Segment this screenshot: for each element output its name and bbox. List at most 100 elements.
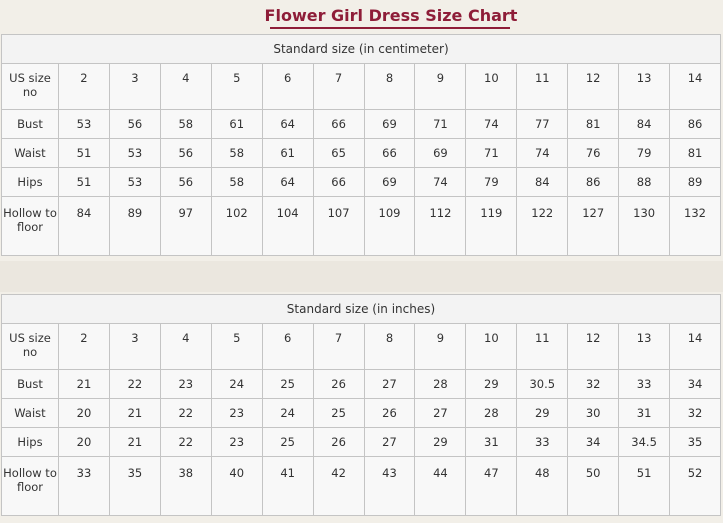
value-cell: 122: [516, 196, 569, 256]
value-cell: 27: [414, 398, 467, 428]
size-header-row: US size no 2 3 4 5 6 7 8 9 10 11 12 13 14: [1, 63, 721, 110]
measurement-row: Waist 20 21 22 23 24 25 26 27 28 29 30 31 32: [1, 398, 721, 428]
row-label: Bust: [1, 369, 59, 399]
value-cell: 35: [108, 456, 161, 516]
value-cell: 66: [312, 167, 365, 197]
measurement-row: Hollow to floor 84 89 97 102 104 107 109 112 119 1…: [1, 196, 721, 256]
value-cell: 22: [159, 398, 212, 428]
value-cell: 79: [465, 167, 518, 197]
value-cell: 25: [261, 427, 314, 457]
value-cell: 33: [58, 456, 110, 516]
value-cell: 41: [261, 456, 314, 516]
value-cell: 44: [414, 456, 467, 516]
value-cell: 27: [363, 427, 416, 457]
row-label: Hollow to floor: [1, 196, 59, 256]
value-cell: 89: [669, 167, 721, 197]
value-cell: 34.5: [618, 427, 671, 457]
value-cell: 61: [210, 109, 263, 139]
value-cell: 23: [159, 369, 212, 399]
size-cell: 2: [58, 63, 110, 110]
value-cell: 33: [516, 427, 569, 457]
size-cell: 5: [210, 323, 263, 370]
size-cell: 7: [312, 323, 365, 370]
size-cell: 13: [618, 323, 671, 370]
table-caption: Standard size (in inches): [1, 294, 721, 324]
value-cell: 69: [363, 167, 416, 197]
size-cell: 8: [363, 63, 416, 110]
value-cell: 20: [58, 398, 110, 428]
value-cell: 34: [669, 369, 721, 399]
measurement-row: Bust 21 22 23 24 25 26 27 28 29 30.5 32 33 34: [1, 369, 721, 399]
row-label: Waist: [1, 138, 59, 168]
value-cell: 77: [516, 109, 569, 139]
value-cell: 112: [414, 196, 467, 256]
value-cell: 86: [669, 109, 721, 139]
value-cell: 74: [465, 109, 518, 139]
size-header-label: US size no: [1, 323, 59, 370]
size-cell: 8: [363, 323, 416, 370]
value-cell: 51: [58, 167, 110, 197]
value-cell: 42: [312, 456, 365, 516]
value-cell: 76: [567, 138, 620, 168]
value-cell: 84: [516, 167, 569, 197]
value-cell: 28: [465, 398, 518, 428]
size-cell: 4: [159, 63, 212, 110]
value-cell: 74: [516, 138, 569, 168]
value-cell: 66: [312, 109, 365, 139]
value-cell: 33: [618, 369, 671, 399]
size-cell: 5: [210, 63, 263, 110]
value-cell: 84: [618, 109, 671, 139]
size-cell: 11: [516, 323, 569, 370]
value-cell: 32: [567, 369, 620, 399]
value-cell: 21: [108, 427, 161, 457]
value-cell: 24: [261, 398, 314, 428]
value-cell: 21: [58, 369, 110, 399]
value-cell: 119: [465, 196, 518, 256]
value-cell: 23: [210, 398, 263, 428]
value-cell: 51: [618, 456, 671, 516]
size-cell: 3: [108, 63, 161, 110]
value-cell: 71: [414, 109, 467, 139]
size-cell: 2: [58, 323, 110, 370]
value-cell: 31: [465, 427, 518, 457]
value-cell: 43: [363, 456, 416, 516]
value-cell: 56: [159, 167, 212, 197]
value-cell: 31: [618, 398, 671, 428]
size-cell: 14: [669, 323, 721, 370]
value-cell: 88: [618, 167, 671, 197]
value-cell: 30.5: [516, 369, 569, 399]
size-cell: 3: [108, 323, 161, 370]
value-cell: 27: [363, 369, 416, 399]
value-cell: 23: [210, 427, 263, 457]
value-cell: 69: [363, 109, 416, 139]
size-cell: 4: [159, 323, 212, 370]
value-cell: 58: [210, 167, 263, 197]
measurement-row: Hips 51 53 56 58 64 66 69 74 79 84 86 88 89: [1, 167, 721, 197]
value-cell: 24: [210, 369, 263, 399]
value-cell: 34: [567, 427, 620, 457]
value-cell: 26: [312, 369, 365, 399]
value-cell: 52: [669, 456, 721, 516]
value-cell: 58: [159, 109, 212, 139]
value-cell: 81: [567, 109, 620, 139]
row-label: Hips: [1, 167, 59, 197]
value-cell: 64: [261, 109, 314, 139]
value-cell: 102: [210, 196, 263, 256]
size-cell: 13: [618, 63, 671, 110]
size-cell: 10: [465, 63, 518, 110]
value-cell: 109: [363, 196, 416, 256]
value-cell: 97: [159, 196, 212, 256]
size-table-centimeter: Standard size (in centimeter) US size no…: [1, 34, 721, 256]
row-label: Hips: [1, 427, 59, 457]
size-cell: 7: [312, 63, 365, 110]
value-cell: 132: [669, 196, 721, 256]
value-cell: 66: [363, 138, 416, 168]
measurement-row: Waist 51 53 56 58 61 65 66 69 71 74 76 79 81: [1, 138, 721, 168]
table-caption: Standard size (in centimeter): [1, 34, 721, 64]
size-cell: 12: [567, 63, 620, 110]
value-cell: 104: [261, 196, 314, 256]
size-cell: 6: [261, 63, 314, 110]
value-cell: 22: [108, 369, 161, 399]
value-cell: 25: [261, 369, 314, 399]
value-cell: 20: [58, 427, 110, 457]
